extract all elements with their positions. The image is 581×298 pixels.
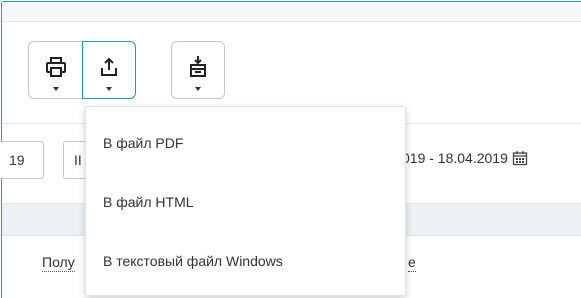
upload-icon: [101, 57, 117, 76]
export-menu: В файл PDF В файл HTML В текстовый файл …: [85, 106, 406, 296]
export-txt-label: В текстовый файл Windows: [103, 252, 283, 269]
export-html-item[interactable]: В файл HTML: [86, 172, 405, 231]
export-txt-item[interactable]: В текстовый файл Windows: [86, 231, 405, 290]
calendar-icon[interactable]: [512, 150, 528, 166]
chevron-down-icon: [52, 87, 59, 91]
download-archive-icon: [190, 56, 206, 77]
printer-icon: [45, 57, 66, 77]
date-range-value: 019 - 18.04.2019: [402, 150, 508, 166]
secondary-link[interactable]: е: [408, 254, 416, 272]
period-filter-label: II: [74, 152, 82, 168]
print-export-group: [28, 41, 136, 99]
year-filter-label: 19: [9, 152, 25, 168]
date-range-field[interactable]: 019 - 18.04.2019: [402, 150, 528, 166]
export-button[interactable]: [82, 41, 136, 99]
chevron-down-icon: [195, 87, 201, 91]
chevron-down-icon: [106, 87, 112, 91]
export-html-label: В файл HTML: [103, 193, 194, 210]
top-strip: [2, 2, 581, 22]
export-pdf-label: В файл PDF: [103, 134, 184, 151]
year-filter[interactable]: 19: [0, 141, 44, 179]
download-archive-button[interactable]: [171, 41, 225, 99]
archive-group: [171, 41, 225, 99]
recipients-link[interactable]: Полу: [42, 254, 75, 272]
export-pdf-item[interactable]: В файл PDF: [86, 113, 405, 172]
print-button[interactable]: [28, 41, 82, 99]
